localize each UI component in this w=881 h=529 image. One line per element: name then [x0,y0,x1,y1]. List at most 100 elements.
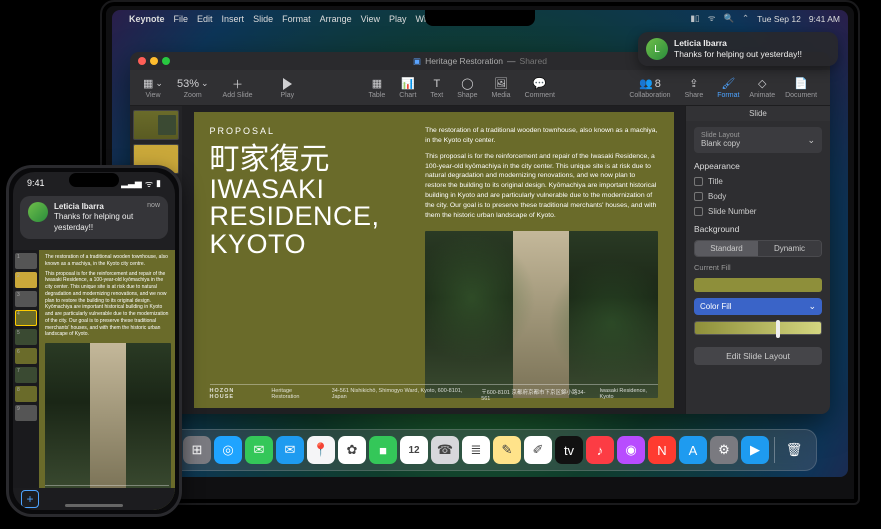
iphone-slide-thumb[interactable]: 1 [15,253,37,269]
document-title[interactable]: Heritage Restoration [425,56,503,66]
dock-trash[interactable]: 🗑 [780,436,808,464]
toolbar-text[interactable]: TText [425,76,448,99]
toolbar-shape[interactable]: ◯Shape [452,76,482,99]
dock-app-freeform[interactable]: ✐ [524,436,552,464]
keynote-toolbar: ▦ ⌄ View 53% ⌄ Zoom ＋ Add Slide Play ▦Ta [130,70,830,106]
toolbar-media[interactable]: 🖼Media [486,76,515,99]
slide-title-en-1: IWASAKI [210,176,412,204]
slide-title-en-2: RESIDENCE, [210,203,412,231]
toolbar-format[interactable]: 🖌Format [712,76,744,99]
background-mode-segmented[interactable]: Standard Dynamic [694,240,822,257]
dock-app-music[interactable]: ♪ [586,436,614,464]
slide-content[interactable]: PROPOSAL 町家復元 IWASAKI RESIDENCE, KYOTO T… [194,112,674,408]
menu-format[interactable]: Format [282,14,311,24]
dock-app-settings[interactable]: ⚙ [710,436,738,464]
color-gradient-slider[interactable] [694,321,822,335]
toolbar-chart[interactable]: 📊Chart [394,76,421,99]
menu-insert[interactable]: Insert [222,14,245,24]
iphone-slide-thumb[interactable]: 8 [15,386,37,402]
slide-footer: HOZON HOUSE Heritage Restoration 34-561 … [210,384,658,402]
dock-app-appstore[interactable]: A [679,436,707,464]
dock-app-messages[interactable]: ✉ [245,436,273,464]
add-slide-button[interactable]: + [21,490,39,508]
current-fill-swatch[interactable] [694,278,822,292]
toolbar-zoom[interactable]: 53% ⌄ Zoom [172,76,214,99]
current-fill-label: Current Fill [694,263,822,272]
app-name-menu[interactable]: Keynote [129,14,165,24]
macbook-screen: Keynote File Edit Insert Slide Format Ar… [112,10,848,477]
toolbar-collaborate[interactable]: 👥 8Collaboration [624,76,675,99]
menu-edit[interactable]: Edit [197,14,213,24]
dock-app-reminders[interactable]: ≣ [462,436,490,464]
iphone-slide-thumb[interactable]: 3 [15,291,37,307]
menu-slide[interactable]: Slide [253,14,273,24]
toolbar-table[interactable]: ▦Table [364,76,391,99]
dock-app-notes[interactable]: ✎ [493,436,521,464]
dock-app-facetime[interactable]: ■ [369,436,397,464]
toolbar-document[interactable]: 📄Document [780,76,822,99]
search-icon[interactable]: 🔍 [723,13,734,24]
dock-app-keynote[interactable]: ▶ [741,436,769,464]
iphone-slide-thumb[interactable]: 4 [15,310,37,326]
fullscreen-button[interactable] [162,57,170,65]
slider-handle[interactable] [776,320,780,338]
footer-addr-jp: 〒600-8101 京都府京都市下京区錦小路34-561 [481,388,585,402]
menu-view[interactable]: View [361,14,380,24]
dock-app-tv[interactable]: tv [555,436,583,464]
iphone-slide-thumb[interactable]: 9 [15,405,37,421]
toolbar-animate[interactable]: ◇Animate [744,76,780,99]
shared-status: Shared [520,56,547,66]
toolbar-share[interactable]: ⇪Share [680,76,709,99]
dock-app-news[interactable]: N [648,436,676,464]
dock-app-podcasts[interactable]: ◉ [617,436,645,464]
checkbox-slide-number[interactable]: Slide Number [694,207,822,216]
iphone-slide-thumb[interactable]: 7 [15,367,37,383]
iphone-slide-canvas[interactable]: The restoration of a traditional wooden … [39,250,175,510]
dock-app-launchpad[interactable]: ⊞ [183,436,211,464]
slide-thumb[interactable] [133,110,179,140]
notification-banner[interactable]: L Leticia Ibarra Thanks for helping out … [638,32,838,66]
iphone-slide-navigator[interactable]: 1 2 3 4 5 6 7 8 9 [13,250,39,510]
wifi-icon[interactable]: ᯤ [708,13,716,24]
slide-layout-picker[interactable]: Slide Layout Blank copy ⌄ [694,127,822,153]
iphone-slide-thumb[interactable]: 2 [15,272,37,288]
toolbar-view[interactable]: ▦ ⌄ View [138,76,168,99]
dock-app-photos[interactable]: ✿ [338,436,366,464]
close-button[interactable] [138,57,146,65]
slide-image[interactable] [425,231,657,398]
home-indicator[interactable] [65,504,123,508]
iphone-slide-thumb[interactable]: 5 [15,329,37,345]
iphone-screen: 9:41 ▂▃▅ ᯤ ▮ Leticia Ibarra Thanks for h… [13,172,175,510]
battery-icon: ▮ [156,178,161,189]
menubar-time[interactable]: 9:41 AM [809,14,840,24]
menubar-date[interactable]: Tue Sep 12 [757,14,801,24]
checkbox-title[interactable]: Title [694,177,822,186]
fill-type-select[interactable]: Color Fill⌄ [694,298,822,315]
play-icon [283,78,292,90]
menu-arrange[interactable]: Arrange [320,14,352,24]
iphone-slide-image[interactable] [45,343,171,492]
dock-app-mail[interactable]: ✉ [276,436,304,464]
toolbar-comment[interactable]: 💬Comment [520,76,560,99]
toolbar-play[interactable]: Play [276,76,300,99]
dock-app-safari[interactable]: ◎ [214,436,242,464]
iphone-notification-banner[interactable]: Leticia Ibarra Thanks for helping out ye… [20,196,168,239]
signal-icon: ▂▃▅ [121,178,142,189]
slide-title-jp: 町家復元 [210,144,412,176]
segment-standard[interactable]: Standard [695,241,758,256]
dock-app-contacts[interactable]: ☎ [431,436,459,464]
menu-file[interactable]: File [174,14,189,24]
dock-app-calendar[interactable]: 12 [400,436,428,464]
checkbox-body[interactable]: Body [694,192,822,201]
control-center-icon[interactable]: ⌃ [742,13,749,24]
wifi-icon: ᯤ [145,177,153,190]
dock-app-maps[interactable]: 📍 [307,436,335,464]
slide-canvas[interactable]: PROPOSAL 町家復元 IWASAKI RESIDENCE, KYOTO T… [182,106,685,414]
menu-play[interactable]: Play [389,14,407,24]
iphone-slide-thumb[interactable]: 6 [15,348,37,364]
battery-icon[interactable]: ▮▯ [690,13,699,24]
segment-dynamic[interactable]: Dynamic [758,241,821,256]
edit-slide-layout-button[interactable]: Edit Slide Layout [694,347,822,365]
toolbar-add-slide[interactable]: ＋ Add Slide [218,76,258,99]
minimize-button[interactable] [150,57,158,65]
